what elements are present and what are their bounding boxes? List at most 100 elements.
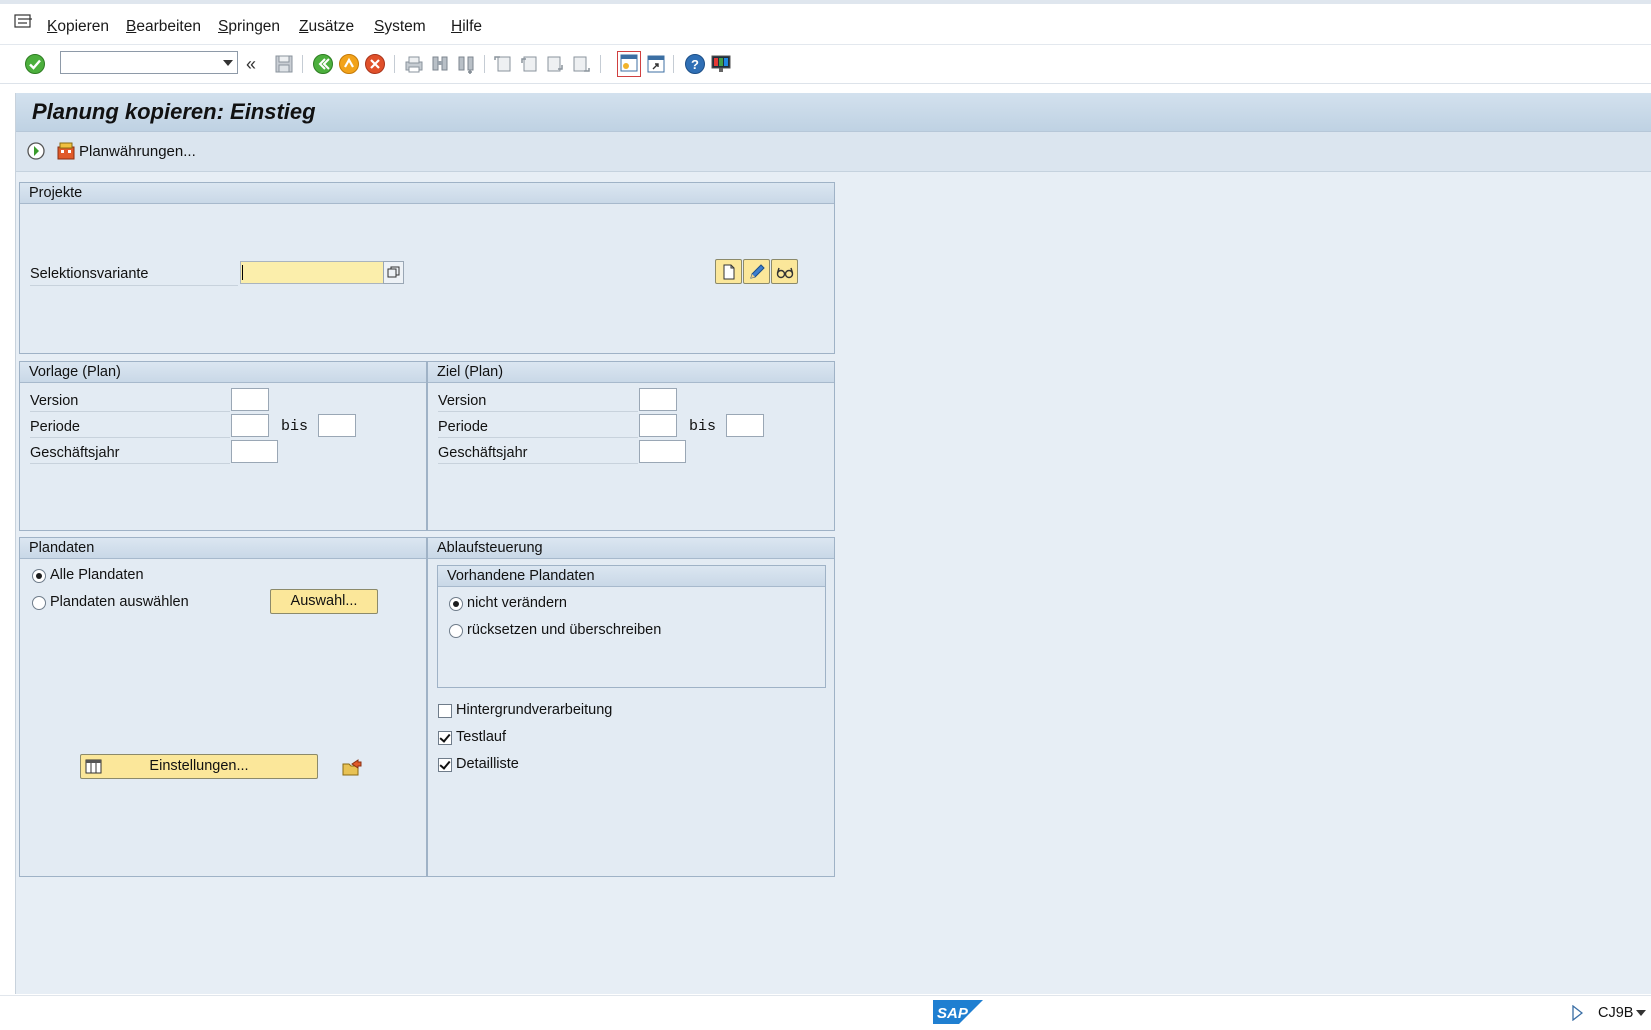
- hintergrundverarbeitung-label: Hintergrundverarbeitung: [456, 702, 613, 718]
- vorlage-periode-to-input[interactable]: [318, 414, 356, 437]
- radio-plandaten-auswaehlen[interactable]: [32, 596, 46, 610]
- page-title: Planung kopieren: Einstieg: [32, 99, 316, 124]
- menu-springen-label: pringen: [228, 18, 281, 35]
- last-page-icon[interactable]: [570, 53, 592, 75]
- value-help-button[interactable]: [383, 261, 404, 284]
- group-ziel-header: Ziel (Plan): [428, 362, 834, 383]
- selection-variant-input[interactable]: [240, 261, 384, 284]
- display-variant-button[interactable]: [771, 259, 798, 284]
- ziel-periode-label: Periode: [438, 419, 488, 435]
- group-ablauf-title: Ablaufsteuerung: [437, 540, 543, 556]
- auswahl-button[interactable]: Auswahl...: [270, 589, 378, 614]
- menu-bearbeiten-mnemonic: B: [126, 18, 137, 35]
- ruecksetzen-label: rücksetzen und überschreiben: [467, 622, 662, 638]
- vorlage-geschaeftsjahr-label: Geschäftsjahr: [30, 445, 120, 461]
- transaction-code: CJ9B: [1598, 1005, 1634, 1021]
- menu-zusaetze-label: usätze: [308, 18, 355, 35]
- layout-icon[interactable]: [710, 53, 732, 75]
- exit-icon[interactable]: [338, 53, 360, 75]
- cancel-icon[interactable]: [364, 53, 386, 75]
- group-ziel: Ziel (Plan) Version Periode bis Geschäft…: [427, 361, 835, 531]
- vorlage-version-label: Version: [30, 393, 79, 409]
- pencil-icon: [750, 264, 765, 279]
- svg-text:?: ?: [691, 57, 699, 72]
- menu-system[interactable]: System: [374, 18, 426, 36]
- group-vorhandene-title: Vorhandene Plandaten: [447, 568, 595, 584]
- vorlage-geschaeftsjahr-input[interactable]: [231, 440, 278, 463]
- plandaten-auswaehlen-label: Plandaten auswählen: [50, 594, 189, 610]
- menu-hilfe-label: ilfe: [462, 18, 483, 35]
- alle-plandaten-label: Alle Plandaten: [50, 567, 144, 583]
- menu-bar: Kopieren Bearbeiten Springen Zusätze Sys…: [0, 4, 1651, 45]
- back-icon[interactable]: [312, 53, 334, 75]
- menu-hilfe[interactable]: Hilfe: [451, 18, 482, 36]
- group-ablaufsteuerung: Ablaufsteuerung Vorhandene Plandaten nic…: [427, 537, 835, 877]
- ziel-bis-label: bis: [689, 418, 717, 435]
- ziel-geschaeftsjahr-input[interactable]: [639, 440, 686, 463]
- enter-icon[interactable]: [24, 53, 46, 75]
- double-chevron-left-icon[interactable]: «: [246, 55, 268, 77]
- menu-kopieren-mnemonic: K: [47, 18, 58, 35]
- menu-bearbeiten-label: earbeiten: [136, 18, 201, 35]
- group-projekte-header: Projekte: [20, 183, 834, 204]
- print-icon[interactable]: [403, 53, 425, 75]
- group-projekte-title: Projekte: [29, 185, 83, 201]
- menu-zusaetze[interactable]: Zusätze: [299, 18, 354, 36]
- next-page-icon[interactable]: [544, 53, 566, 75]
- checkbox-detailliste[interactable]: [438, 758, 452, 772]
- currency-icon[interactable]: [56, 141, 76, 161]
- command-field[interactable]: [60, 51, 238, 74]
- radio-alle-plandaten[interactable]: [32, 569, 46, 583]
- nicht-veraendern-label: nicht verändern: [467, 595, 567, 611]
- menu-icon[interactable]: [14, 14, 34, 30]
- radio-nicht-veraendern[interactable]: [449, 597, 463, 611]
- vorlage-periode-from-input[interactable]: [231, 414, 269, 437]
- new-session-icon[interactable]: [617, 51, 641, 77]
- export-settings-icon[interactable]: [342, 758, 362, 776]
- edit-variant-button[interactable]: [743, 259, 770, 284]
- create-variant-button[interactable]: [715, 259, 742, 284]
- checkbox-testlauf[interactable]: [438, 731, 452, 745]
- vorlage-periode-label: Periode: [30, 419, 80, 435]
- sap-logo-icon: SAP: [933, 1000, 983, 1024]
- plan-currencies-button[interactable]: Planwährungen...: [79, 143, 196, 160]
- ziel-version-input[interactable]: [639, 388, 677, 411]
- radio-ruecksetzen[interactable]: [449, 624, 463, 638]
- execute-icon[interactable]: [26, 141, 46, 161]
- text-cursor: [242, 265, 243, 280]
- menu-kopieren[interactable]: Kopieren: [47, 18, 109, 36]
- play-icon[interactable]: [1571, 1005, 1583, 1021]
- previous-page-icon[interactable]: [518, 53, 540, 75]
- save-icon[interactable]: [273, 53, 295, 75]
- toolbar-separator: [673, 55, 674, 73]
- settings-table-icon: [85, 759, 102, 774]
- label-underline: [30, 285, 238, 286]
- ziel-periode-to-input[interactable]: [726, 414, 764, 437]
- find-next-icon[interactable]: [455, 53, 477, 75]
- menu-bearbeiten[interactable]: Bearbeiten: [126, 18, 201, 36]
- label-underline: [438, 463, 638, 464]
- label-underline: [30, 437, 230, 438]
- menu-springen-mnemonic: S: [218, 18, 229, 35]
- find-icon[interactable]: [429, 53, 451, 75]
- chevron-down-icon[interactable]: [223, 60, 233, 66]
- vorlage-version-input[interactable]: [231, 388, 269, 411]
- einstellungen-button[interactable]: Einstellungen...: [80, 754, 318, 779]
- menu-springen[interactable]: Springen: [218, 18, 280, 36]
- detailliste-label: Detailliste: [456, 756, 519, 772]
- toolbar-separator: [484, 55, 485, 73]
- testlauf-label: Testlauf: [456, 729, 506, 745]
- shortcut-icon[interactable]: [645, 53, 667, 75]
- toolbar-separator: [302, 55, 303, 73]
- checkbox-hintergrundverarbeitung[interactable]: [438, 704, 452, 718]
- chevron-down-icon[interactable]: [1636, 1010, 1646, 1016]
- label-underline: [30, 411, 230, 412]
- screen-area: Planung kopieren: Einstieg Planwährungen…: [15, 93, 1651, 994]
- application-toolbar: Planwährungen...: [16, 132, 1651, 172]
- status-bar: SAP CJ9B: [0, 995, 1651, 1030]
- help-icon[interactable]: ?: [684, 53, 706, 75]
- ziel-periode-from-input[interactable]: [639, 414, 677, 437]
- group-plandaten-header: Plandaten: [20, 538, 426, 559]
- first-page-icon[interactable]: [492, 53, 514, 75]
- system-toolbar: « ?: [0, 45, 1651, 84]
